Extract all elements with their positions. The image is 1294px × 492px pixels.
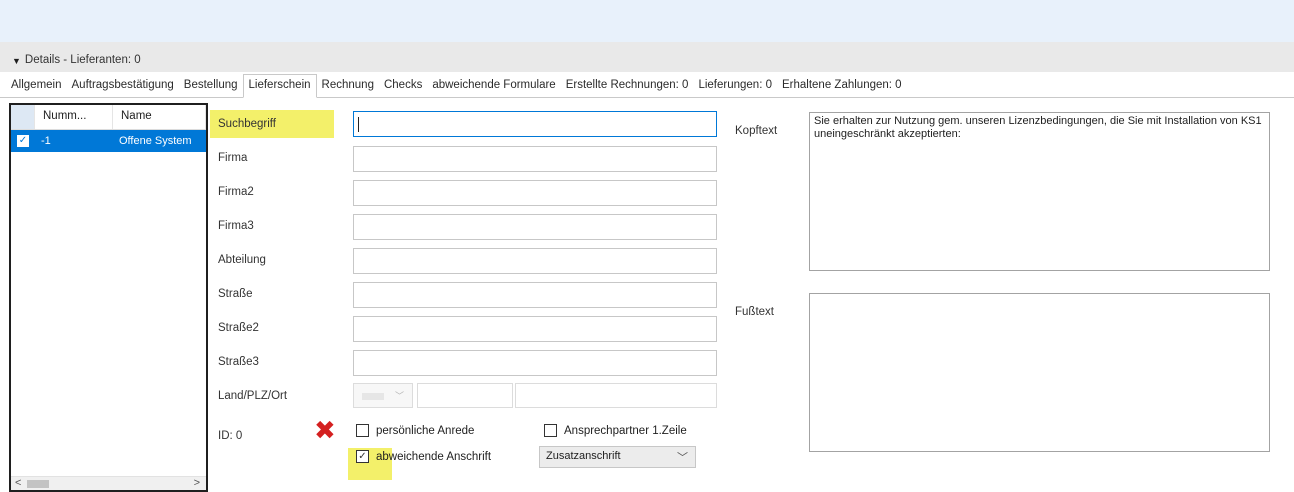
abteilung-input[interactable] — [353, 248, 717, 274]
abweichende-anschrift-checkbox[interactable]: ✓ abweichende Anschrift — [356, 450, 491, 463]
label-strasse: Straße — [218, 288, 253, 300]
tab-checks[interactable]: Checks — [379, 77, 427, 97]
checkbox-box[interactable] — [356, 424, 369, 437]
plz-input[interactable] — [417, 383, 513, 408]
strasse-input[interactable] — [353, 282, 717, 308]
label-abteilung: Abteilung — [218, 254, 266, 266]
table-row[interactable]: ✓ -1 Offene System — [11, 130, 206, 152]
details-section-header[interactable]: ▼ Details - Lieferanten: 0 — [0, 42, 1294, 72]
kopftext-textarea[interactable]: Sie erhalten zur Nutzung gem. unseren Li… — [809, 112, 1270, 271]
label-fusstext: Fußtext — [735, 306, 774, 318]
tab-abweichende-formulare[interactable]: abweichende Formulare — [427, 77, 560, 97]
persoenliche-anrede-label: persönliche Anrede — [376, 424, 475, 437]
ansprechpartner-checkbox[interactable]: Ansprechpartner 1.Zeile — [544, 424, 687, 437]
label-firma: Firma — [218, 152, 248, 164]
tab-bar: Allgemein Auftragsbestätigung Bestellung… — [0, 74, 1294, 98]
text-caret — [358, 117, 359, 132]
tab-allgemein[interactable]: Allgemein — [6, 77, 67, 97]
scroll-left-icon[interactable]: < — [15, 477, 21, 490]
label-id: ID: 0 — [218, 430, 243, 442]
label-strasse3: Straße3 — [218, 356, 259, 368]
top-strip — [0, 0, 1294, 42]
row-checkbox[interactable]: ✓ — [11, 135, 35, 147]
chevron-down-icon: ﹀ — [677, 452, 688, 464]
firma3-input[interactable] — [353, 214, 717, 240]
list-header: Numm... Name — [11, 105, 206, 130]
land-select[interactable]: ﹀ — [353, 383, 413, 408]
strasse3-input[interactable] — [353, 350, 717, 376]
tab-lieferungen[interactable]: Lieferungen: 0 — [693, 77, 777, 97]
persoenliche-anrede-checkbox[interactable]: persönliche Anrede — [356, 424, 474, 437]
tab-auftragsbestaetigung[interactable]: Auftragsbestätigung — [67, 77, 179, 97]
tab-bestellung[interactable]: Bestellung — [179, 77, 243, 97]
anschrift-type-value: Zusatzanschrift — [546, 450, 621, 462]
supplier-list[interactable]: Numm... Name ✓ -1 Offene System < > — [9, 103, 208, 492]
label-suchbegriff: Suchbegriff — [218, 118, 276, 130]
row-name: Offene System — [119, 135, 192, 147]
scroll-right-icon[interactable]: > — [194, 477, 200, 490]
label-firma3: Firma3 — [218, 220, 254, 232]
label-firma2: Firma2 — [218, 186, 254, 198]
ansprechpartner-label: Ansprechpartner 1.Zeile — [564, 424, 687, 437]
column-header-name[interactable]: Name — [113, 105, 206, 129]
fusstext-textarea[interactable] — [809, 293, 1270, 452]
column-header-number[interactable]: Numm... — [35, 105, 113, 129]
checkbox-box[interactable] — [544, 424, 557, 437]
tab-lieferschein[interactable]: Lieferschein — [242, 74, 317, 98]
horizontal-scrollbar[interactable]: < > — [11, 476, 206, 490]
red-x-icon: ✖ — [314, 415, 336, 445]
firma-input[interactable] — [353, 146, 717, 172]
tab-rechnung[interactable]: Rechnung — [317, 77, 379, 97]
collapse-arrow-icon[interactable]: ▼ — [12, 56, 21, 66]
abweichende-anschrift-label: abweichende Anschrift — [376, 450, 492, 463]
tab-erhaltene-zahlungen[interactable]: Erhaltene Zahlungen: 0 — [777, 77, 907, 97]
checkbox-checked-icon[interactable]: ✓ — [356, 450, 369, 463]
section-title: Details - Lieferanten: 0 — [24, 54, 141, 66]
ort-input[interactable] — [515, 383, 717, 408]
land-value-placeholder — [362, 393, 384, 400]
anschrift-type-select[interactable]: Zusatzanschrift ﹀ — [539, 446, 696, 468]
label-land-plz-ort: Land/PLZ/Ort — [218, 390, 288, 402]
scrollbar-thumb[interactable] — [27, 480, 49, 488]
tab-erstellte-rechnungen[interactable]: Erstellte Rechnungen: 0 — [561, 77, 694, 97]
chevron-down-icon: ﹀ — [394, 391, 404, 401]
row-number: -1 — [41, 135, 51, 147]
checkbox-checked-icon: ✓ — [17, 135, 29, 147]
suchbegriff-input[interactable] — [353, 111, 717, 137]
checkbox-column-header[interactable] — [11, 105, 35, 129]
label-kopftext: Kopftext — [735, 125, 778, 137]
strasse2-input[interactable] — [353, 316, 717, 342]
label-strasse2: Straße2 — [218, 322, 259, 334]
firma2-input[interactable] — [353, 180, 717, 206]
